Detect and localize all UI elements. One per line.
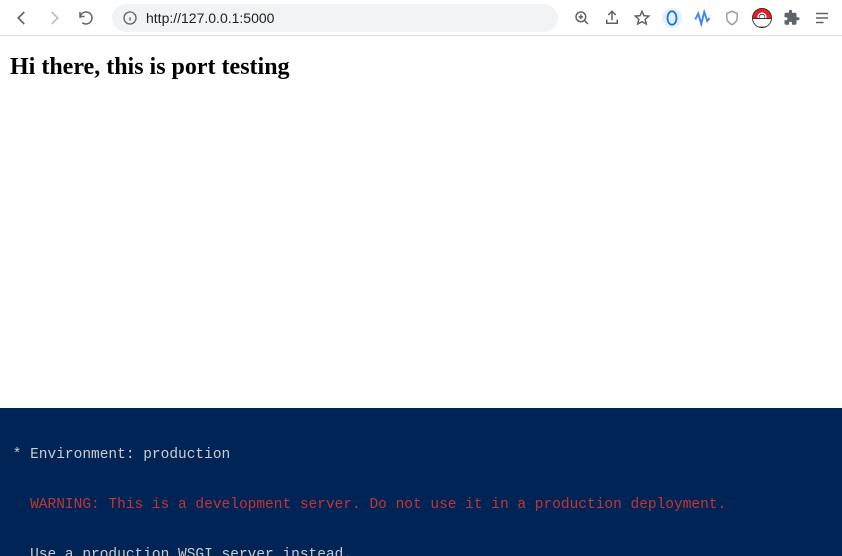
share-icon — [603, 9, 621, 27]
puzzle-icon — [783, 9, 801, 27]
browser-toolbar — [0, 0, 842, 36]
reload-icon — [77, 9, 95, 27]
url-input[interactable] — [146, 10, 548, 26]
toolbar-actions — [570, 6, 834, 30]
terminal-line: * Environment: production — [4, 447, 838, 464]
share-button[interactable] — [600, 6, 624, 30]
zoom-button[interactable] — [570, 6, 594, 30]
back-button[interactable] — [8, 4, 36, 32]
extensions-button[interactable] — [780, 6, 804, 30]
circle-o-icon — [662, 8, 682, 28]
bookmark-button[interactable] — [630, 6, 654, 30]
extension-4[interactable] — [750, 6, 774, 30]
arrow-left-icon — [13, 9, 31, 27]
zoom-icon — [573, 9, 591, 27]
address-bar[interactable] — [112, 4, 558, 32]
pulse-icon — [693, 9, 711, 27]
terminal-warning-line: WARNING: This is a development server. D… — [4, 497, 838, 514]
page-body: Hi there, this is port testing — [0, 36, 842, 99]
shield-icon — [723, 9, 741, 27]
forward-button[interactable] — [40, 4, 68, 32]
terminal-line: Use a production WSGI server instead. — [4, 547, 838, 556]
terminal-window[interactable]: * Environment: production WARNING: This … — [0, 408, 842, 556]
extension-1[interactable] — [660, 6, 684, 30]
page-heading: Hi there, this is port testing — [10, 54, 832, 81]
pokeball-icon — [752, 8, 772, 28]
arrow-right-icon — [45, 9, 63, 27]
star-icon — [633, 9, 651, 27]
extension-2[interactable] — [690, 6, 714, 30]
reload-button[interactable] — [72, 4, 100, 32]
extension-3[interactable] — [720, 6, 744, 30]
site-info-icon[interactable] — [122, 10, 138, 26]
list-icon — [813, 9, 831, 27]
reading-list-button[interactable] — [810, 6, 834, 30]
